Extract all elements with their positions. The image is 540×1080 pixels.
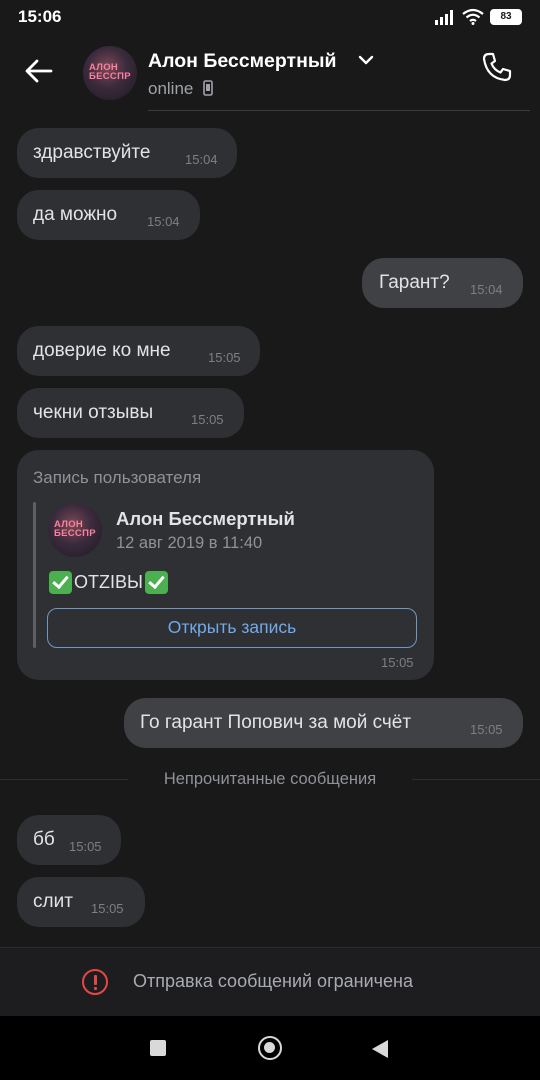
message-time: 15:04 — [470, 282, 503, 297]
messaging-restricted-bar: Отправка сообщений ограничена — [0, 948, 540, 1016]
message-bubble-incoming[interactable]: да можно 15:04 — [17, 190, 200, 240]
message-time: 15:05 — [470, 722, 503, 737]
quote-bar — [33, 502, 36, 648]
home-button[interactable] — [258, 1036, 282, 1060]
message-bubble-outgoing[interactable]: Гарант? 15:04 — [362, 258, 523, 308]
back-arrow-icon[interactable] — [22, 54, 56, 88]
message-time: 15:05 — [208, 350, 241, 365]
message-text: Гарант? — [379, 272, 450, 293]
message-text: доверие ко мне — [33, 340, 171, 361]
restriction-text: Отправка сообщений ограничена — [133, 971, 413, 991]
message-text: здравствуйте — [33, 142, 151, 163]
chevron-down-icon[interactable] — [358, 54, 374, 66]
message-bubble-incoming[interactable]: доверие ко мне 15:05 — [17, 326, 260, 376]
open-post-button[interactable]: Открыть запись — [47, 608, 417, 648]
battery-icon: 83 — [490, 8, 522, 25]
message-time: 15:05 — [69, 839, 102, 854]
post-author-avatar[interactable]: АЛОН БЕССПР — [48, 503, 102, 557]
message-text: чекни отзывы — [33, 402, 154, 423]
wifi-icon — [462, 8, 484, 25]
check-mark-icon — [49, 571, 72, 594]
message-text: бб — [33, 829, 55, 850]
signal-icon — [435, 9, 453, 25]
mobile-icon — [203, 80, 213, 96]
post-date: 12 авг 2019 в 11:40 — [116, 534, 263, 552]
message-time: 15:05 — [191, 412, 224, 427]
system-back-button[interactable] — [372, 1040, 388, 1058]
message-bubble-incoming[interactable]: бб 15:05 — [17, 815, 121, 865]
shared-post-title: Запись пользователя — [33, 468, 202, 487]
status-text: online — [148, 79, 194, 98]
shared-post[interactable]: Запись пользователя АЛОН БЕССПР Алон Бесс… — [17, 450, 434, 680]
message-bubble-incoming[interactable]: слит 15:05 — [17, 877, 145, 927]
warning-icon — [82, 969, 108, 995]
post-text: OTZIBЫ — [49, 571, 168, 594]
message-bubble-incoming[interactable]: чекни отзывы 15:05 — [17, 388, 244, 438]
avatar-text: АЛОН БЕССПР — [89, 62, 131, 82]
message-time: 15:05 — [91, 901, 124, 916]
message-text: слит — [33, 891, 73, 912]
chat-header: АЛОН БЕССПР Алон Бессмертный online — [0, 34, 540, 112]
status-bar: 15:06 83 — [0, 0, 540, 34]
post-author[interactable]: Алон Бессмертный — [116, 508, 295, 530]
contact-status: online — [148, 79, 213, 99]
message-bubble-outgoing[interactable]: Го гарант Попович за мой счёт 15:05 — [124, 698, 523, 748]
message-text: Го гарант Попович за мой счёт — [140, 712, 412, 733]
post-text-content: OTZIBЫ — [74, 572, 143, 592]
check-mark-icon — [144, 571, 168, 594]
avatar[interactable]: АЛОН БЕССПР — [83, 46, 137, 100]
contact-name[interactable]: Алон Бессмертный — [148, 50, 337, 73]
phone-icon[interactable] — [480, 50, 514, 84]
message-time: 15:04 — [147, 214, 180, 229]
message-time: 15:05 — [381, 655, 414, 670]
message-text: да можно — [33, 204, 118, 225]
system-nav-bar — [0, 1016, 540, 1080]
status-time: 15:06 — [18, 7, 62, 26]
unread-messages-divider: Непрочитанные сообщения — [163, 770, 377, 788]
recents-button[interactable] — [150, 1040, 166, 1056]
status-icons: 83 — [434, 8, 522, 25]
message-bubble-incoming[interactable]: здравствуйте 15:04 — [17, 128, 237, 178]
header-divider — [148, 110, 530, 111]
avatar-text: АЛОН БЕССПР — [54, 519, 96, 539]
message-time: 15:04 — [185, 152, 218, 167]
